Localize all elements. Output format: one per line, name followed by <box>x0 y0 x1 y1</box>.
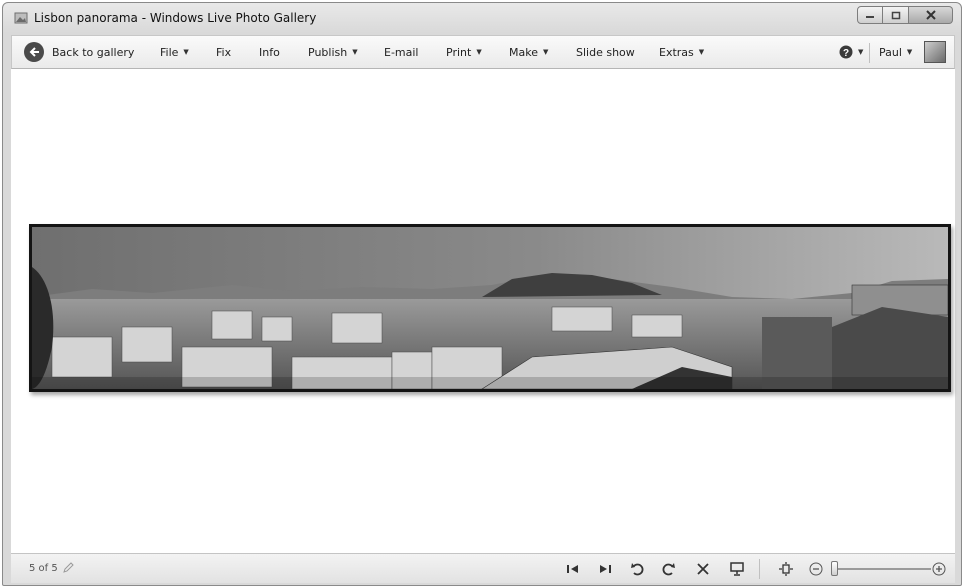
previous-button[interactable] <box>563 559 583 579</box>
chevron-down-icon: ▼ <box>698 48 705 56</box>
user-menu[interactable]: Paul ▼ <box>879 36 912 68</box>
delete-icon <box>697 563 709 575</box>
panorama-photo <box>29 224 951 392</box>
minimize-button[interactable] <box>857 6 883 24</box>
photo-gallery-icon <box>14 12 28 24</box>
menu-slide-show[interactable]: Slide show <box>576 36 635 68</box>
rotate-right-button[interactable] <box>659 559 679 579</box>
previous-icon <box>567 565 578 573</box>
command-bar: Back to gallery File ▼ Fix Info Publish ▼ … <box>11 35 955 69</box>
rotate-left-button[interactable] <box>627 559 647 579</box>
slideshow-icon <box>730 562 744 576</box>
menu-file-label: File <box>160 45 179 59</box>
chevron-down-icon: ▼ <box>906 48 913 56</box>
user-avatar[interactable] <box>924 41 946 63</box>
menu-make[interactable]: Make ▼ <box>509 36 548 68</box>
menu-extras-label: Extras <box>659 45 694 59</box>
photo-viewer <box>11 69 955 553</box>
back-arrow-icon <box>24 42 44 62</box>
zoom-in-icon <box>932 562 946 576</box>
menu-publish-label: Publish <box>308 45 348 59</box>
rotate-clockwise-icon <box>662 563 675 576</box>
chevron-down-icon: ▼ <box>352 48 358 56</box>
zoom-slider-track[interactable] <box>831 568 931 570</box>
help-button[interactable]: ? ▼ <box>839 36 863 68</box>
status-bar: 5 of 5 <box>11 553 955 583</box>
menu-fix[interactable]: Fix <box>216 36 231 68</box>
menu-file[interactable]: File ▼ <box>160 36 189 68</box>
actual-size-icon <box>779 562 793 576</box>
chevron-down-icon: ▼ <box>183 48 189 56</box>
delete-button[interactable] <box>693 559 713 579</box>
menu-publish[interactable]: Publish ▼ <box>308 36 358 68</box>
edit-icon[interactable] <box>62 562 74 574</box>
chevron-down-icon: ▼ <box>858 48 864 56</box>
photo-gallery-window: Lisbon panorama - Windows Live Photo Gal… <box>2 2 962 586</box>
slideshow-button[interactable] <box>727 559 747 579</box>
chevron-down-icon: ▼ <box>542 48 549 56</box>
maximize-button[interactable] <box>883 6 909 24</box>
window-title: Lisbon panorama - Windows Live Photo Gal… <box>34 11 317 25</box>
photo-counter: 5 of 5 <box>29 562 74 574</box>
menu-slide-show-label: Slide show <box>576 45 635 59</box>
zoom-in-button[interactable] <box>929 559 949 579</box>
svg-text:?: ? <box>843 48 849 59</box>
title-bar[interactable]: Lisbon panorama - Windows Live Photo Gal… <box>3 3 961 33</box>
user-name: Paul <box>879 45 902 59</box>
menu-info[interactable]: Info <box>259 36 280 68</box>
lisbon-panorama-image <box>32 227 948 389</box>
actual-size-button[interactable] <box>776 559 796 579</box>
help-icon: ? <box>839 45 853 59</box>
zoom-out-icon <box>809 562 823 576</box>
zoom-out-button[interactable] <box>806 559 826 579</box>
menu-email-label: E-mail <box>384 45 419 59</box>
caption-buttons <box>857 6 953 24</box>
menu-print-label: Print <box>446 45 472 59</box>
close-button[interactable] <box>909 6 953 24</box>
menu-fix-label: Fix <box>216 45 232 59</box>
menu-extras[interactable]: Extras ▼ <box>659 36 704 68</box>
next-icon <box>600 565 611 573</box>
next-button[interactable] <box>595 559 615 579</box>
maximize-icon <box>891 11 900 19</box>
chevron-down-icon: ▼ <box>476 48 482 56</box>
menu-email[interactable]: E-mail <box>384 36 419 68</box>
menu-print[interactable]: Print ▼ <box>446 36 482 68</box>
menu-make-label: Make <box>509 45 538 59</box>
zoom-slider-thumb[interactable] <box>831 561 838 576</box>
minimize-icon <box>866 16 874 18</box>
rotate-counterclockwise-icon <box>631 563 644 576</box>
back-to-gallery-button[interactable]: Back to gallery <box>24 36 134 68</box>
photo-counter-text: 5 of 5 <box>29 562 58 574</box>
status-separator <box>759 559 760 579</box>
menu-info-label: Info <box>259 45 280 59</box>
back-to-gallery-label: Back to gallery <box>52 45 135 59</box>
close-icon <box>925 10 936 20</box>
menu-separator <box>869 43 870 63</box>
